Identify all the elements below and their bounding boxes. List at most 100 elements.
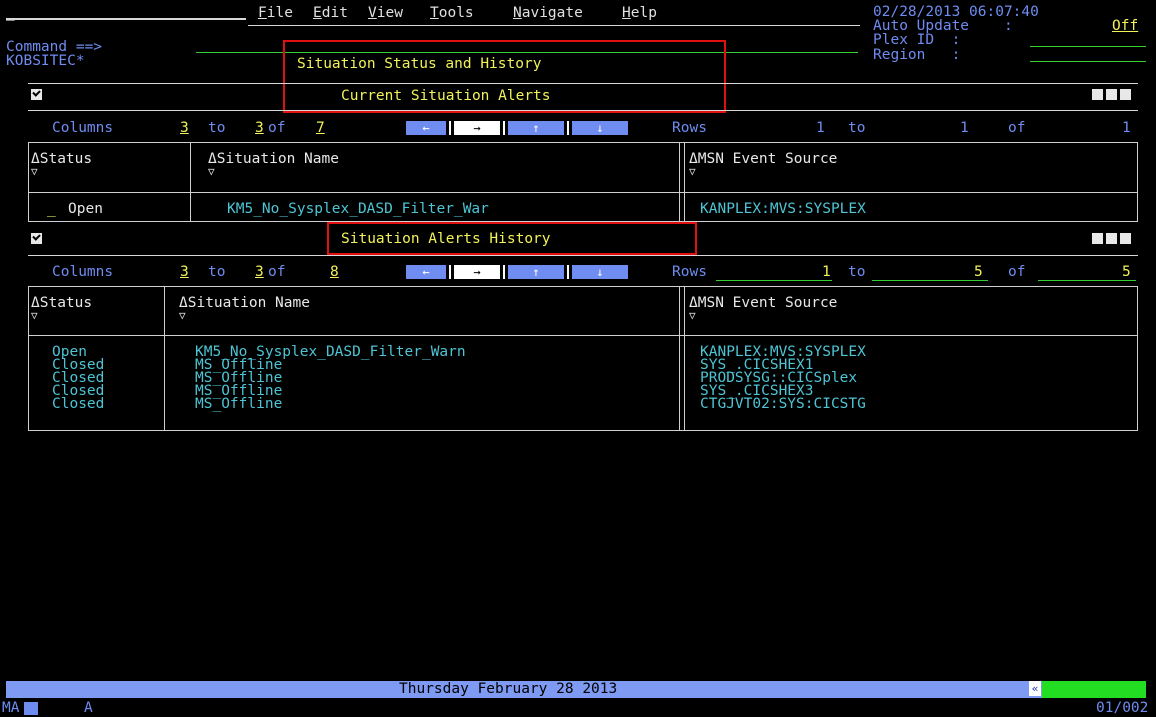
col-header-status[interactable]: ΔStatus: [31, 296, 92, 311]
panel-history-col-from[interactable]: 3: [180, 265, 189, 280]
row-situation-name[interactable]: KM5_No_Sysplex_DASD_Filter_War: [227, 202, 489, 217]
bar-separator: [503, 265, 505, 279]
panel-history-window-controls[interactable]: [1092, 233, 1134, 245]
panel-current-header-sep: [28, 192, 1138, 193]
workspace-name: KOBSITEC*: [6, 53, 85, 69]
panel-history-row-to[interactable]: 5: [974, 265, 983, 280]
close-icon[interactable]: [1120, 89, 1131, 100]
col-sep: [190, 142, 191, 222]
menu-tools-rest: ools: [438, 5, 474, 21]
close-icon[interactable]: [1120, 233, 1131, 244]
menu-navigate-mnemonic: N: [513, 5, 522, 21]
col-header-situation-name[interactable]: ΔSituation Name: [208, 152, 339, 167]
menu-tools-mnemonic: T: [430, 5, 439, 21]
panel-history-row-from[interactable]: 1: [822, 265, 831, 280]
panel-history-title-line: [28, 255, 1138, 256]
col-sep: [679, 286, 680, 431]
menu-underline: [248, 25, 860, 26]
row-select-field[interactable]: _: [47, 202, 56, 217]
menu-file-rest: ile: [266, 5, 293, 21]
minimize-icon[interactable]: [1092, 89, 1103, 100]
minimize-icon[interactable]: [1092, 233, 1103, 244]
panel-current-row-of-label: of: [1008, 120, 1026, 136]
history-event-source-column: KANPLEX:MVS:SYSPLEX SYS_.CICSHEX1 PRODSY…: [700, 344, 866, 412]
sort-down-icon[interactable]: ▽: [31, 164, 38, 179]
history-situation-name-column[interactable]: KM5_No_Sysplex_DASD_Filter_Warn MS_Offli…: [195, 345, 466, 412]
panel-history-scroll-up-button[interactable]: ↑: [508, 265, 564, 279]
region-label: Region :: [873, 47, 961, 63]
panel-current-scroll-right-button[interactable]: →: [454, 121, 500, 135]
panel-current-col-from[interactable]: 3: [180, 121, 189, 136]
panel-history-col-to[interactable]: 3: [255, 265, 264, 280]
panel-history-row-from-field[interactable]: [716, 280, 832, 281]
row-status: Open: [68, 201, 103, 217]
panel-history-scroll-down-button[interactable]: ↓: [572, 265, 628, 279]
menu-file[interactable]: File: [258, 5, 293, 21]
maximize-icon[interactable]: [1106, 233, 1117, 244]
sort-down-icon[interactable]: ▽: [689, 164, 696, 179]
sort-down-icon[interactable]: ▽: [31, 308, 38, 323]
menu-help[interactable]: Help: [622, 5, 657, 21]
history-status-column: Open Closed Closed Closed Closed: [52, 344, 105, 412]
menu-file-mnemonic: F: [258, 5, 267, 21]
auto-update-value[interactable]: Off: [1112, 19, 1138, 34]
panel-current-row-total: 1: [1122, 120, 1131, 136]
sort-down-icon[interactable]: ▽: [179, 308, 186, 323]
bar-separator: [567, 265, 569, 279]
col-header-event-source[interactable]: ΔMSN Event Source: [689, 152, 837, 167]
sort-down-icon[interactable]: ▽: [689, 308, 696, 323]
panel-history-col-total[interactable]: 8: [330, 265, 339, 280]
col-sep: [679, 142, 680, 222]
panel-current-col-total[interactable]: 7: [316, 121, 325, 136]
panel-history-row-to-field[interactable]: [872, 280, 988, 281]
bar-separator: [567, 121, 569, 135]
panel-current-columns-label: Columns: [52, 120, 114, 136]
menu-view-rest: iew: [376, 5, 403, 21]
menu-view[interactable]: View: [368, 5, 403, 21]
menu-navigate[interactable]: Navigate: [513, 5, 583, 21]
panel-current-scroll-left-button[interactable]: ←: [406, 121, 446, 135]
panel-history-scroll-left-button[interactable]: ←: [406, 265, 446, 279]
oia-mid: A: [84, 700, 93, 716]
panel-current-window-controls[interactable]: [1092, 89, 1134, 101]
panel-current-col-to[interactable]: 3: [255, 121, 264, 136]
panel-current-row-to-label: to: [848, 120, 866, 136]
panel-current-to-label: to: [208, 120, 226, 136]
panel-current-table: [28, 142, 1138, 222]
panel-history-row-total: 5: [1122, 264, 1131, 280]
menu-navigate-rest: avigate: [521, 5, 583, 21]
footer-green-indicator: [1042, 681, 1146, 698]
menu-tools[interactable]: Tools: [430, 5, 474, 21]
panel-history-check-icon[interactable]: [31, 233, 42, 244]
panel-current-of-label: of: [268, 120, 286, 136]
oia-block: [24, 702, 38, 715]
panel-history-to-label: to: [208, 264, 226, 280]
menu-help-mnemonic: H: [622, 5, 631, 21]
panel-current-top-line: [28, 83, 1138, 84]
region-field[interactable]: [1030, 61, 1146, 62]
menu-edit-rest: dit: [321, 5, 348, 21]
panel-history-columns-label: Columns: [52, 264, 114, 280]
top-left-field-line: [6, 18, 246, 20]
bar-separator: [449, 121, 451, 135]
panel-history-header-sep: [28, 335, 1138, 336]
menu-edit[interactable]: Edit: [313, 5, 348, 21]
panel-current-check-icon[interactable]: [31, 89, 42, 100]
panel-history-row-of-label: of: [1008, 264, 1026, 280]
maximize-icon[interactable]: [1106, 89, 1117, 100]
col-sep: [684, 142, 685, 222]
plex-id-label: Plex ID :: [873, 32, 961, 48]
col-header-event-source[interactable]: ΔMSN Event Source: [689, 296, 837, 311]
panel-current-scroll-down-button[interactable]: ↓: [572, 121, 628, 135]
sort-down-icon[interactable]: ▽: [208, 164, 215, 179]
panel-history-scroll-right-button[interactable]: →: [454, 265, 500, 279]
plex-id-field[interactable]: [1030, 46, 1146, 47]
scroll-left-icon[interactable]: «: [1029, 681, 1041, 696]
col-header-situation-name[interactable]: ΔSituation Name: [179, 296, 310, 311]
col-header-status[interactable]: ΔStatus: [31, 152, 92, 167]
menu-edit-mnemonic: E: [313, 5, 322, 21]
panel-current-scroll-up-button[interactable]: ↑: [508, 121, 564, 135]
row-event-source: KANPLEX:MVS:SYSPLEX: [700, 201, 866, 217]
panel-current-row-from: 1: [816, 120, 825, 136]
oia-right: 01/002: [1096, 700, 1149, 716]
